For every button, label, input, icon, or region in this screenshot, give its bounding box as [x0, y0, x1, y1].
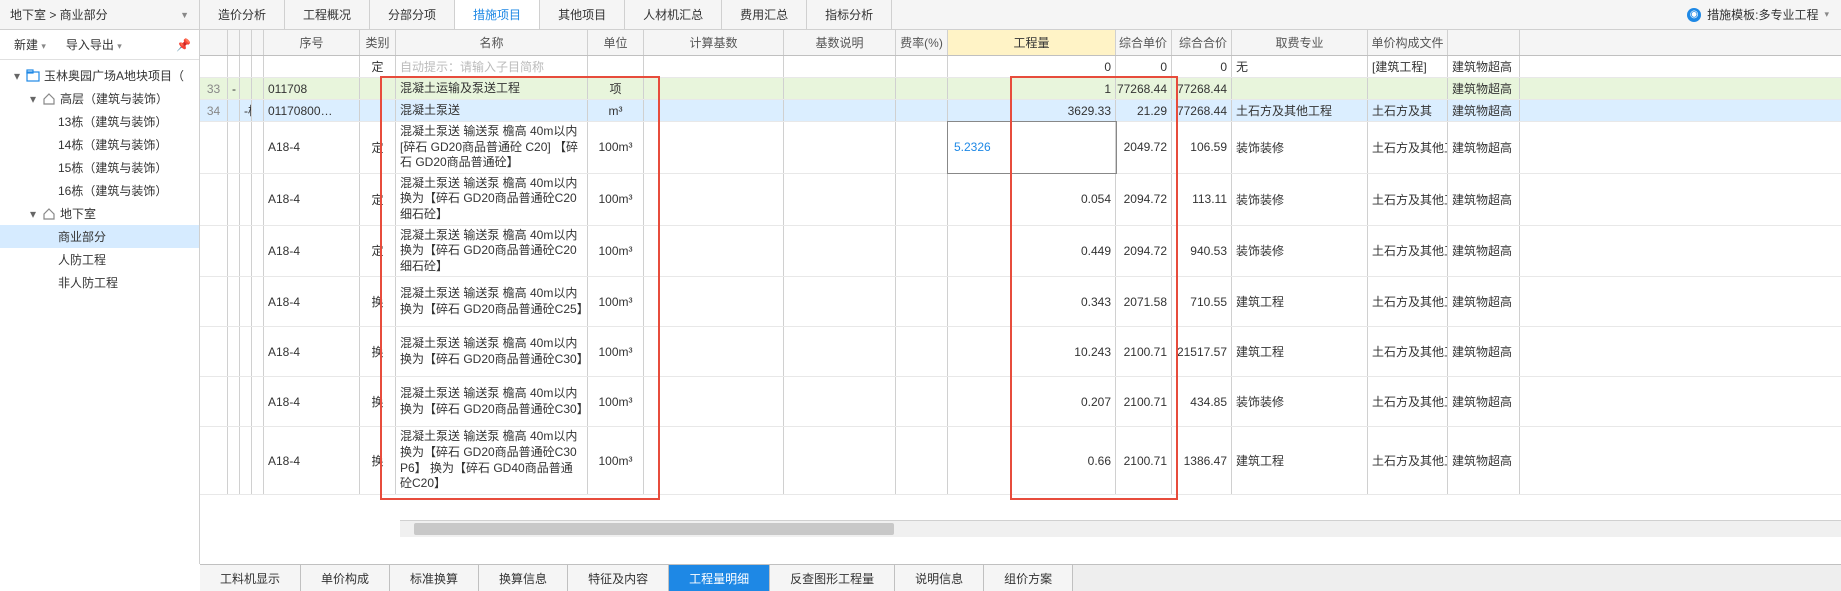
main-tabs: 造价分析工程概况分部分项措施项目其他项目人材机汇总费用汇总指标分析 — [200, 0, 1675, 29]
template-icon: ◉ — [1687, 8, 1701, 22]
detail-tab-8[interactable]: 组价方案 — [984, 565, 1073, 591]
grid-header: 序号 类别 名称 单位 计算基数 基数说明 费率(%) 工程量 综合单价 综合合… — [200, 30, 1841, 56]
import-export-button[interactable]: 导入导出 ▾ — [60, 34, 128, 55]
project-tree: ▾ 玉林奥园广场A地块项目（ ▾高层（建筑与装饰）13栋（建筑与装饰）14栋（建… — [0, 60, 199, 564]
tab-1[interactable]: 工程概况 — [285, 0, 370, 29]
tree-item[interactable]: 人防工程 — [0, 248, 199, 271]
home-icon — [42, 92, 56, 106]
tree-item[interactable]: ▾高层（建筑与装饰） — [0, 87, 199, 110]
detail-tab-0[interactable]: 工料机显示 — [200, 565, 301, 591]
table-row[interactable]: A18-4换混凝土泵送 输送泵 檐高 40m以内 换为【碎石 GD20商品普通砼… — [200, 377, 1841, 427]
detail-tab-2[interactable]: 标准换算 — [390, 565, 479, 591]
table-row[interactable]: A18-4换混凝土泵送 输送泵 檐高 40m以内 换为【碎石 GD20商品普通砼… — [200, 427, 1841, 494]
detail-tab-4[interactable]: 特征及内容 — [568, 565, 669, 591]
tree-item[interactable]: 非人防工程 — [0, 271, 199, 294]
tree-item[interactable]: 16栋（建筑与装饰） — [0, 179, 199, 202]
tree-root[interactable]: ▾ 玉林奥园广场A地块项目（ — [0, 64, 199, 87]
table-row[interactable]: A18-4定混凝土泵送 输送泵 檐高 40m以内 换为【碎石 GD20商品普通砼… — [200, 226, 1841, 278]
detail-tab-7[interactable]: 说明信息 — [895, 565, 984, 591]
tab-0[interactable]: 造价分析 — [200, 0, 285, 29]
tab-4[interactable]: 其他项目 — [540, 0, 625, 29]
tab-5[interactable]: 人材机汇总 — [625, 0, 722, 29]
pin-icon[interactable]: 📌 — [176, 38, 191, 52]
qty-input[interactable]: 5.2326 — [948, 122, 1116, 173]
tree-item[interactable]: 14栋（建筑与装饰） — [0, 133, 199, 156]
tree-item[interactable]: ▾地下室 — [0, 202, 199, 225]
new-button[interactable]: 新建 ▾ — [8, 34, 52, 55]
tree-item[interactable]: 13栋（建筑与装饰） — [0, 110, 199, 133]
folder-icon — [26, 69, 40, 83]
table-row[interactable]: A18-4定混凝土泵送 输送泵 檐高 40m以内 [碎石 GD20商品普通砼 C… — [200, 122, 1841, 174]
tab-7[interactable]: 指标分析 — [807, 0, 892, 29]
table-row[interactable]: A18-4定混凝土泵送 输送泵 檐高 40m以内 换为【碎石 GD20商品普通砼… — [200, 174, 1841, 226]
table-row[interactable]: A18-4换混凝土泵送 输送泵 檐高 40m以内 换为【碎石 GD20商品普通砼… — [200, 327, 1841, 377]
table-row[interactable]: 33-011708混凝土运输及泵送工程项177268.4477268.44建筑物… — [200, 78, 1841, 100]
tab-2[interactable]: 分部分项 — [370, 0, 455, 29]
breadcrumb: 地下室 > 商业部分 ▼ — [0, 0, 200, 29]
tree-item[interactable]: 商业部分 — [0, 225, 199, 248]
template-indicator[interactable]: ◉ 措施模板:多专业工程 ▾ — [1675, 6, 1841, 23]
tab-6[interactable]: 费用汇总 — [722, 0, 807, 29]
detail-tab-6[interactable]: 反查图形工程量 — [770, 565, 895, 591]
tree-item[interactable]: 15栋（建筑与装饰） — [0, 156, 199, 179]
detail-tab-1[interactable]: 单价构成 — [301, 565, 390, 591]
horizontal-scrollbar[interactable] — [400, 520, 1841, 537]
detail-tab-3[interactable]: 换算信息 — [479, 565, 568, 591]
detail-tabs: 工料机显示单价构成标准换算换算信息特征及内容工程量明细反查图形工程量说明信息组价… — [200, 564, 1841, 591]
detail-tab-5[interactable]: 工程量明细 — [669, 565, 770, 591]
home-icon — [42, 207, 56, 221]
table-row[interactable]: A18-4换混凝土泵送 输送泵 檐高 40m以内 换为【碎石 GD20商品普通砼… — [200, 277, 1841, 327]
placeholder-row[interactable]: 定 自动提示：请输入子目简称 0 0 0 无 [建筑工程] 建筑物超高 — [200, 56, 1841, 78]
tab-3[interactable]: 措施项目 — [455, 0, 540, 29]
table-row[interactable]: 34- 桂01170800…混凝土泵送m³3629.3321.2977268.4… — [200, 100, 1841, 122]
